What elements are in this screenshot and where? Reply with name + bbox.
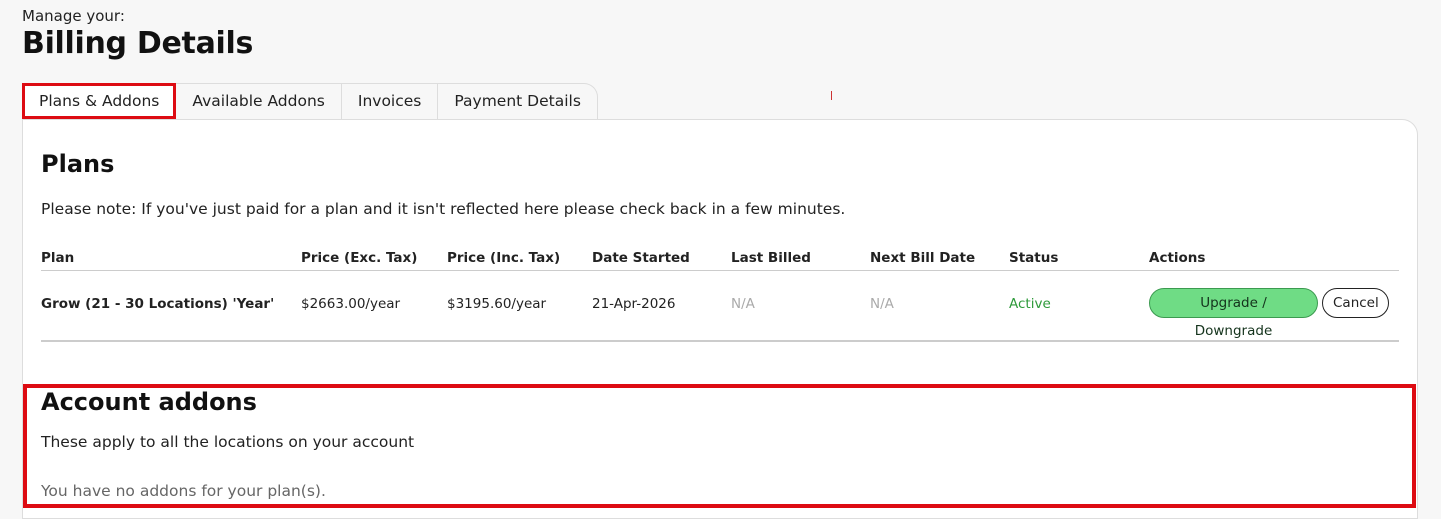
- col-next-bill-date: Next Bill Date: [870, 250, 976, 266]
- tab-invoices[interactable]: Invoices: [341, 83, 439, 119]
- plans-table-header: Plan Price (Exc. Tax) Price (Inc. Tax) D…: [41, 250, 1399, 271]
- cursor-marker: [831, 91, 832, 100]
- col-date-started: Date Started: [592, 250, 690, 266]
- upgrade-downgrade-button[interactable]: Upgrade / Downgrade: [1149, 288, 1318, 339]
- plans-heading: Plans: [41, 150, 115, 178]
- status-badge: Active: [1009, 296, 1051, 312]
- price-inc-tax: $3195.60/year: [447, 296, 547, 312]
- tab-payment-details[interactable]: Payment Details: [438, 83, 598, 119]
- col-last-billed: Last Billed: [731, 250, 811, 266]
- col-price-exc: Price (Exc. Tax): [301, 250, 418, 266]
- tab-plans-addons[interactable]: Plans & Addons: [22, 83, 177, 119]
- next-bill-date: N/A: [870, 296, 894, 312]
- page-subtitle: Manage your:: [22, 7, 125, 25]
- addons-subtitle: These apply to all the locations on your…: [41, 433, 415, 451]
- plan-name: Grow (21 - 30 Locations) 'Year': [41, 296, 275, 312]
- page-title: Billing Details: [22, 26, 254, 61]
- account-addons-section: Account addons These apply to all the lo…: [23, 384, 1416, 508]
- last-billed: N/A: [731, 296, 755, 312]
- col-actions: Actions: [1149, 250, 1206, 266]
- table-row: Grow (21 - 30 Locations) 'Year' $2663.00…: [41, 271, 1399, 342]
- addons-empty-message: You have no addons for your plan(s).: [41, 482, 326, 500]
- addons-heading: Account addons: [41, 388, 257, 416]
- col-price-inc: Price (Inc. Tax): [447, 250, 561, 266]
- plans-note: Please note: If you've just paid for a p…: [41, 200, 846, 218]
- tab-available-addons[interactable]: Available Addons: [176, 83, 342, 119]
- cancel-button[interactable]: Cancel: [1322, 288, 1389, 318]
- tab-bar: Plans & Addons Available Addons Invoices…: [22, 83, 598, 120]
- date-started: 21-Apr-2026: [592, 296, 676, 312]
- col-status: Status: [1009, 250, 1059, 266]
- col-plan: Plan: [41, 250, 75, 266]
- price-exc-tax: $2663.00/year: [301, 296, 401, 312]
